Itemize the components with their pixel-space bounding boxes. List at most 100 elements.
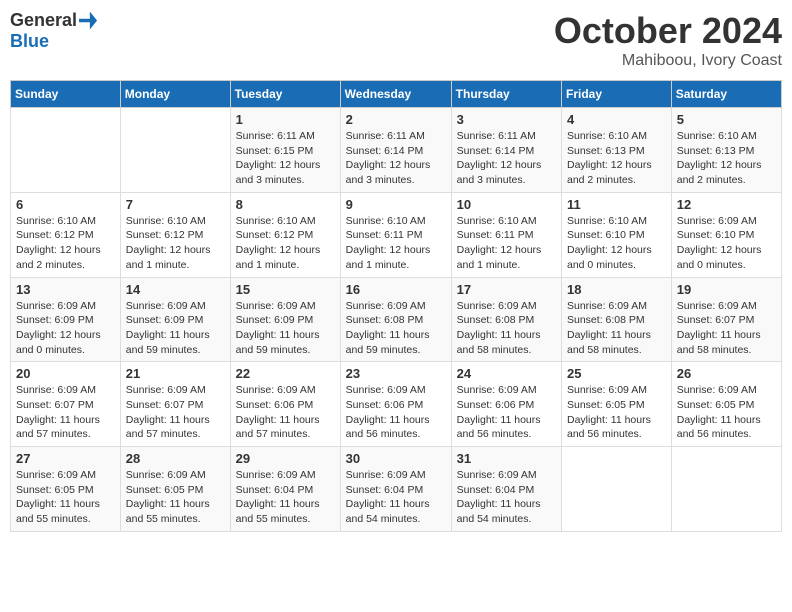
day-info: Sunrise: 6:10 AM Sunset: 6:12 PM Dayligh…	[126, 214, 225, 273]
calendar-cell: 8 Sunrise: 6:10 AM Sunset: 6:12 PM Daylig…	[230, 192, 340, 277]
weekday-header: Sunday	[11, 81, 121, 108]
day-info: Sunrise: 6:09 AM Sunset: 6:06 PM Dayligh…	[457, 383, 556, 442]
calendar-cell: 22 Sunrise: 6:09 AM Sunset: 6:06 PM Dayli…	[230, 362, 340, 447]
day-info: Sunrise: 6:09 AM Sunset: 6:07 PM Dayligh…	[126, 383, 225, 442]
day-info: Sunrise: 6:10 AM Sunset: 6:11 PM Dayligh…	[457, 214, 556, 273]
calendar-cell: 16Sunrise: 6:09 AM Sunset: 6:08 PM Dayli…	[340, 277, 451, 362]
calendar-week-row: 1 Sunrise: 6:11 AM Sunset: 6:15 PM Daylig…	[11, 108, 782, 193]
day-number: 27	[16, 451, 115, 466]
calendar-week-row: 6 Sunrise: 6:10 AM Sunset: 6:12 PM Daylig…	[11, 192, 782, 277]
day-number: 30	[346, 451, 446, 466]
day-number: 20	[16, 366, 115, 381]
day-number: 13	[16, 282, 115, 297]
day-number: 23	[346, 366, 446, 381]
calendar-cell: 5 Sunrise: 6:10 AM Sunset: 6:13 PM Daylig…	[671, 108, 781, 193]
day-info: Sunrise: 6:09 AM Sunset: 6:05 PM Dayligh…	[126, 468, 225, 527]
day-info: Sunrise: 6:10 AM Sunset: 6:10 PM Dayligh…	[567, 214, 666, 273]
calendar-cell: 27 Sunrise: 6:09 AM Sunset: 6:05 PM Dayli…	[11, 447, 121, 532]
day-info: Sunrise: 6:09 AM Sunset: 6:09 PM Dayligh…	[126, 299, 225, 358]
day-info: Sunrise: 6:09 AM Sunset: 6:05 PM Dayligh…	[567, 383, 666, 442]
day-info: Sunrise: 6:09 AM Sunset: 6:06 PM Dayligh…	[346, 383, 446, 442]
calendar-cell: 11 Sunrise: 6:10 AM Sunset: 6:10 PM Dayli…	[562, 192, 672, 277]
calendar-cell: 7Sunrise: 6:10 AM Sunset: 6:12 PM Daylig…	[120, 192, 230, 277]
weekday-header: Thursday	[451, 81, 561, 108]
day-number: 5	[677, 112, 776, 127]
day-number: 4	[567, 112, 666, 127]
day-number: 24	[457, 366, 556, 381]
day-number: 25	[567, 366, 666, 381]
day-info: Sunrise: 6:11 AM Sunset: 6:14 PM Dayligh…	[457, 129, 556, 188]
day-number: 3	[457, 112, 556, 127]
day-info: Sunrise: 6:10 AM Sunset: 6:12 PM Dayligh…	[16, 214, 115, 273]
calendar-cell: 13 Sunrise: 6:09 AM Sunset: 6:09 PM Dayli…	[11, 277, 121, 362]
logo: General Blue	[10, 10, 97, 52]
calendar-cell: 9Sunrise: 6:10 AM Sunset: 6:11 PM Daylig…	[340, 192, 451, 277]
calendar-cell: 6 Sunrise: 6:10 AM Sunset: 6:12 PM Daylig…	[11, 192, 121, 277]
day-number: 17	[457, 282, 556, 297]
day-info: Sunrise: 6:09 AM Sunset: 6:09 PM Dayligh…	[16, 299, 115, 358]
calendar-cell: 2Sunrise: 6:11 AM Sunset: 6:14 PM Daylig…	[340, 108, 451, 193]
calendar-cell: 3 Sunrise: 6:11 AM Sunset: 6:14 PM Daylig…	[451, 108, 561, 193]
day-info: Sunrise: 6:09 AM Sunset: 6:08 PM Dayligh…	[567, 299, 666, 358]
calendar-cell: 12Sunrise: 6:09 AM Sunset: 6:10 PM Dayli…	[671, 192, 781, 277]
day-number: 21	[126, 366, 225, 381]
calendar-cell	[671, 447, 781, 532]
calendar-cell: 26 Sunrise: 6:09 AM Sunset: 6:05 PM Dayli…	[671, 362, 781, 447]
calendar-cell: 31Sunrise: 6:09 AM Sunset: 6:04 PM Dayli…	[451, 447, 561, 532]
day-number: 22	[236, 366, 335, 381]
day-number: 11	[567, 197, 666, 212]
day-info: Sunrise: 6:09 AM Sunset: 6:04 PM Dayligh…	[346, 468, 446, 527]
calendar-cell	[562, 447, 672, 532]
day-info: Sunrise: 6:09 AM Sunset: 6:07 PM Dayligh…	[16, 383, 115, 442]
day-info: Sunrise: 6:09 AM Sunset: 6:07 PM Dayligh…	[677, 299, 776, 358]
day-number: 10	[457, 197, 556, 212]
calendar-table: SundayMondayTuesdayWednesdayThursdayFrid…	[10, 80, 782, 532]
day-number: 12	[677, 197, 776, 212]
day-info: Sunrise: 6:09 AM Sunset: 6:06 PM Dayligh…	[236, 383, 335, 442]
page-header: General Blue October 2024 Mahiboou, Ivor…	[10, 10, 782, 70]
day-info: Sunrise: 6:10 AM Sunset: 6:12 PM Dayligh…	[236, 214, 335, 273]
month-title: October 2024	[554, 10, 782, 52]
day-number: 6	[16, 197, 115, 212]
logo-icon	[79, 12, 97, 30]
day-info: Sunrise: 6:10 AM Sunset: 6:13 PM Dayligh…	[677, 129, 776, 188]
calendar-week-row: 20 Sunrise: 6:09 AM Sunset: 6:07 PM Dayli…	[11, 362, 782, 447]
calendar-cell	[120, 108, 230, 193]
location-subtitle: Mahiboou, Ivory Coast	[554, 52, 782, 70]
day-info: Sunrise: 6:09 AM Sunset: 6:05 PM Dayligh…	[677, 383, 776, 442]
day-info: Sunrise: 6:09 AM Sunset: 6:09 PM Dayligh…	[236, 299, 335, 358]
logo-blue: Blue	[10, 31, 49, 52]
day-number: 28	[126, 451, 225, 466]
day-info: Sunrise: 6:09 AM Sunset: 6:08 PM Dayligh…	[346, 299, 446, 358]
weekday-header: Friday	[562, 81, 672, 108]
day-number: 31	[457, 451, 556, 466]
day-info: Sunrise: 6:11 AM Sunset: 6:15 PM Dayligh…	[236, 129, 335, 188]
calendar-cell: 30 Sunrise: 6:09 AM Sunset: 6:04 PM Dayli…	[340, 447, 451, 532]
day-info: Sunrise: 6:09 AM Sunset: 6:08 PM Dayligh…	[457, 299, 556, 358]
day-number: 1	[236, 112, 335, 127]
day-info: Sunrise: 6:09 AM Sunset: 6:05 PM Dayligh…	[16, 468, 115, 527]
calendar-week-row: 13 Sunrise: 6:09 AM Sunset: 6:09 PM Dayli…	[11, 277, 782, 362]
calendar-cell	[11, 108, 121, 193]
day-number: 26	[677, 366, 776, 381]
weekday-header: Wednesday	[340, 81, 451, 108]
calendar-cell: 23 Sunrise: 6:09 AM Sunset: 6:06 PM Dayli…	[340, 362, 451, 447]
calendar-cell: 19Sunrise: 6:09 AM Sunset: 6:07 PM Dayli…	[671, 277, 781, 362]
day-number: 29	[236, 451, 335, 466]
calendar-cell: 4 Sunrise: 6:10 AM Sunset: 6:13 PM Daylig…	[562, 108, 672, 193]
day-info: Sunrise: 6:10 AM Sunset: 6:11 PM Dayligh…	[346, 214, 446, 273]
calendar-cell: 17 Sunrise: 6:09 AM Sunset: 6:08 PM Dayli…	[451, 277, 561, 362]
calendar-cell: 28 Sunrise: 6:09 AM Sunset: 6:05 PM Dayli…	[120, 447, 230, 532]
calendar-header-row: SundayMondayTuesdayWednesdayThursdayFrid…	[11, 81, 782, 108]
calendar-cell: 15Sunrise: 6:09 AM Sunset: 6:09 PM Dayli…	[230, 277, 340, 362]
weekday-header: Saturday	[671, 81, 781, 108]
calendar-cell: 21 Sunrise: 6:09 AM Sunset: 6:07 PM Dayli…	[120, 362, 230, 447]
calendar-cell: 24 Sunrise: 6:09 AM Sunset: 6:06 PM Dayli…	[451, 362, 561, 447]
day-number: 18	[567, 282, 666, 297]
calendar-cell: 10 Sunrise: 6:10 AM Sunset: 6:11 PM Dayli…	[451, 192, 561, 277]
day-number: 8	[236, 197, 335, 212]
calendar-week-row: 27 Sunrise: 6:09 AM Sunset: 6:05 PM Dayli…	[11, 447, 782, 532]
title-area: October 2024 Mahiboou, Ivory Coast	[554, 10, 782, 70]
day-number: 14	[126, 282, 225, 297]
day-info: Sunrise: 6:10 AM Sunset: 6:13 PM Dayligh…	[567, 129, 666, 188]
